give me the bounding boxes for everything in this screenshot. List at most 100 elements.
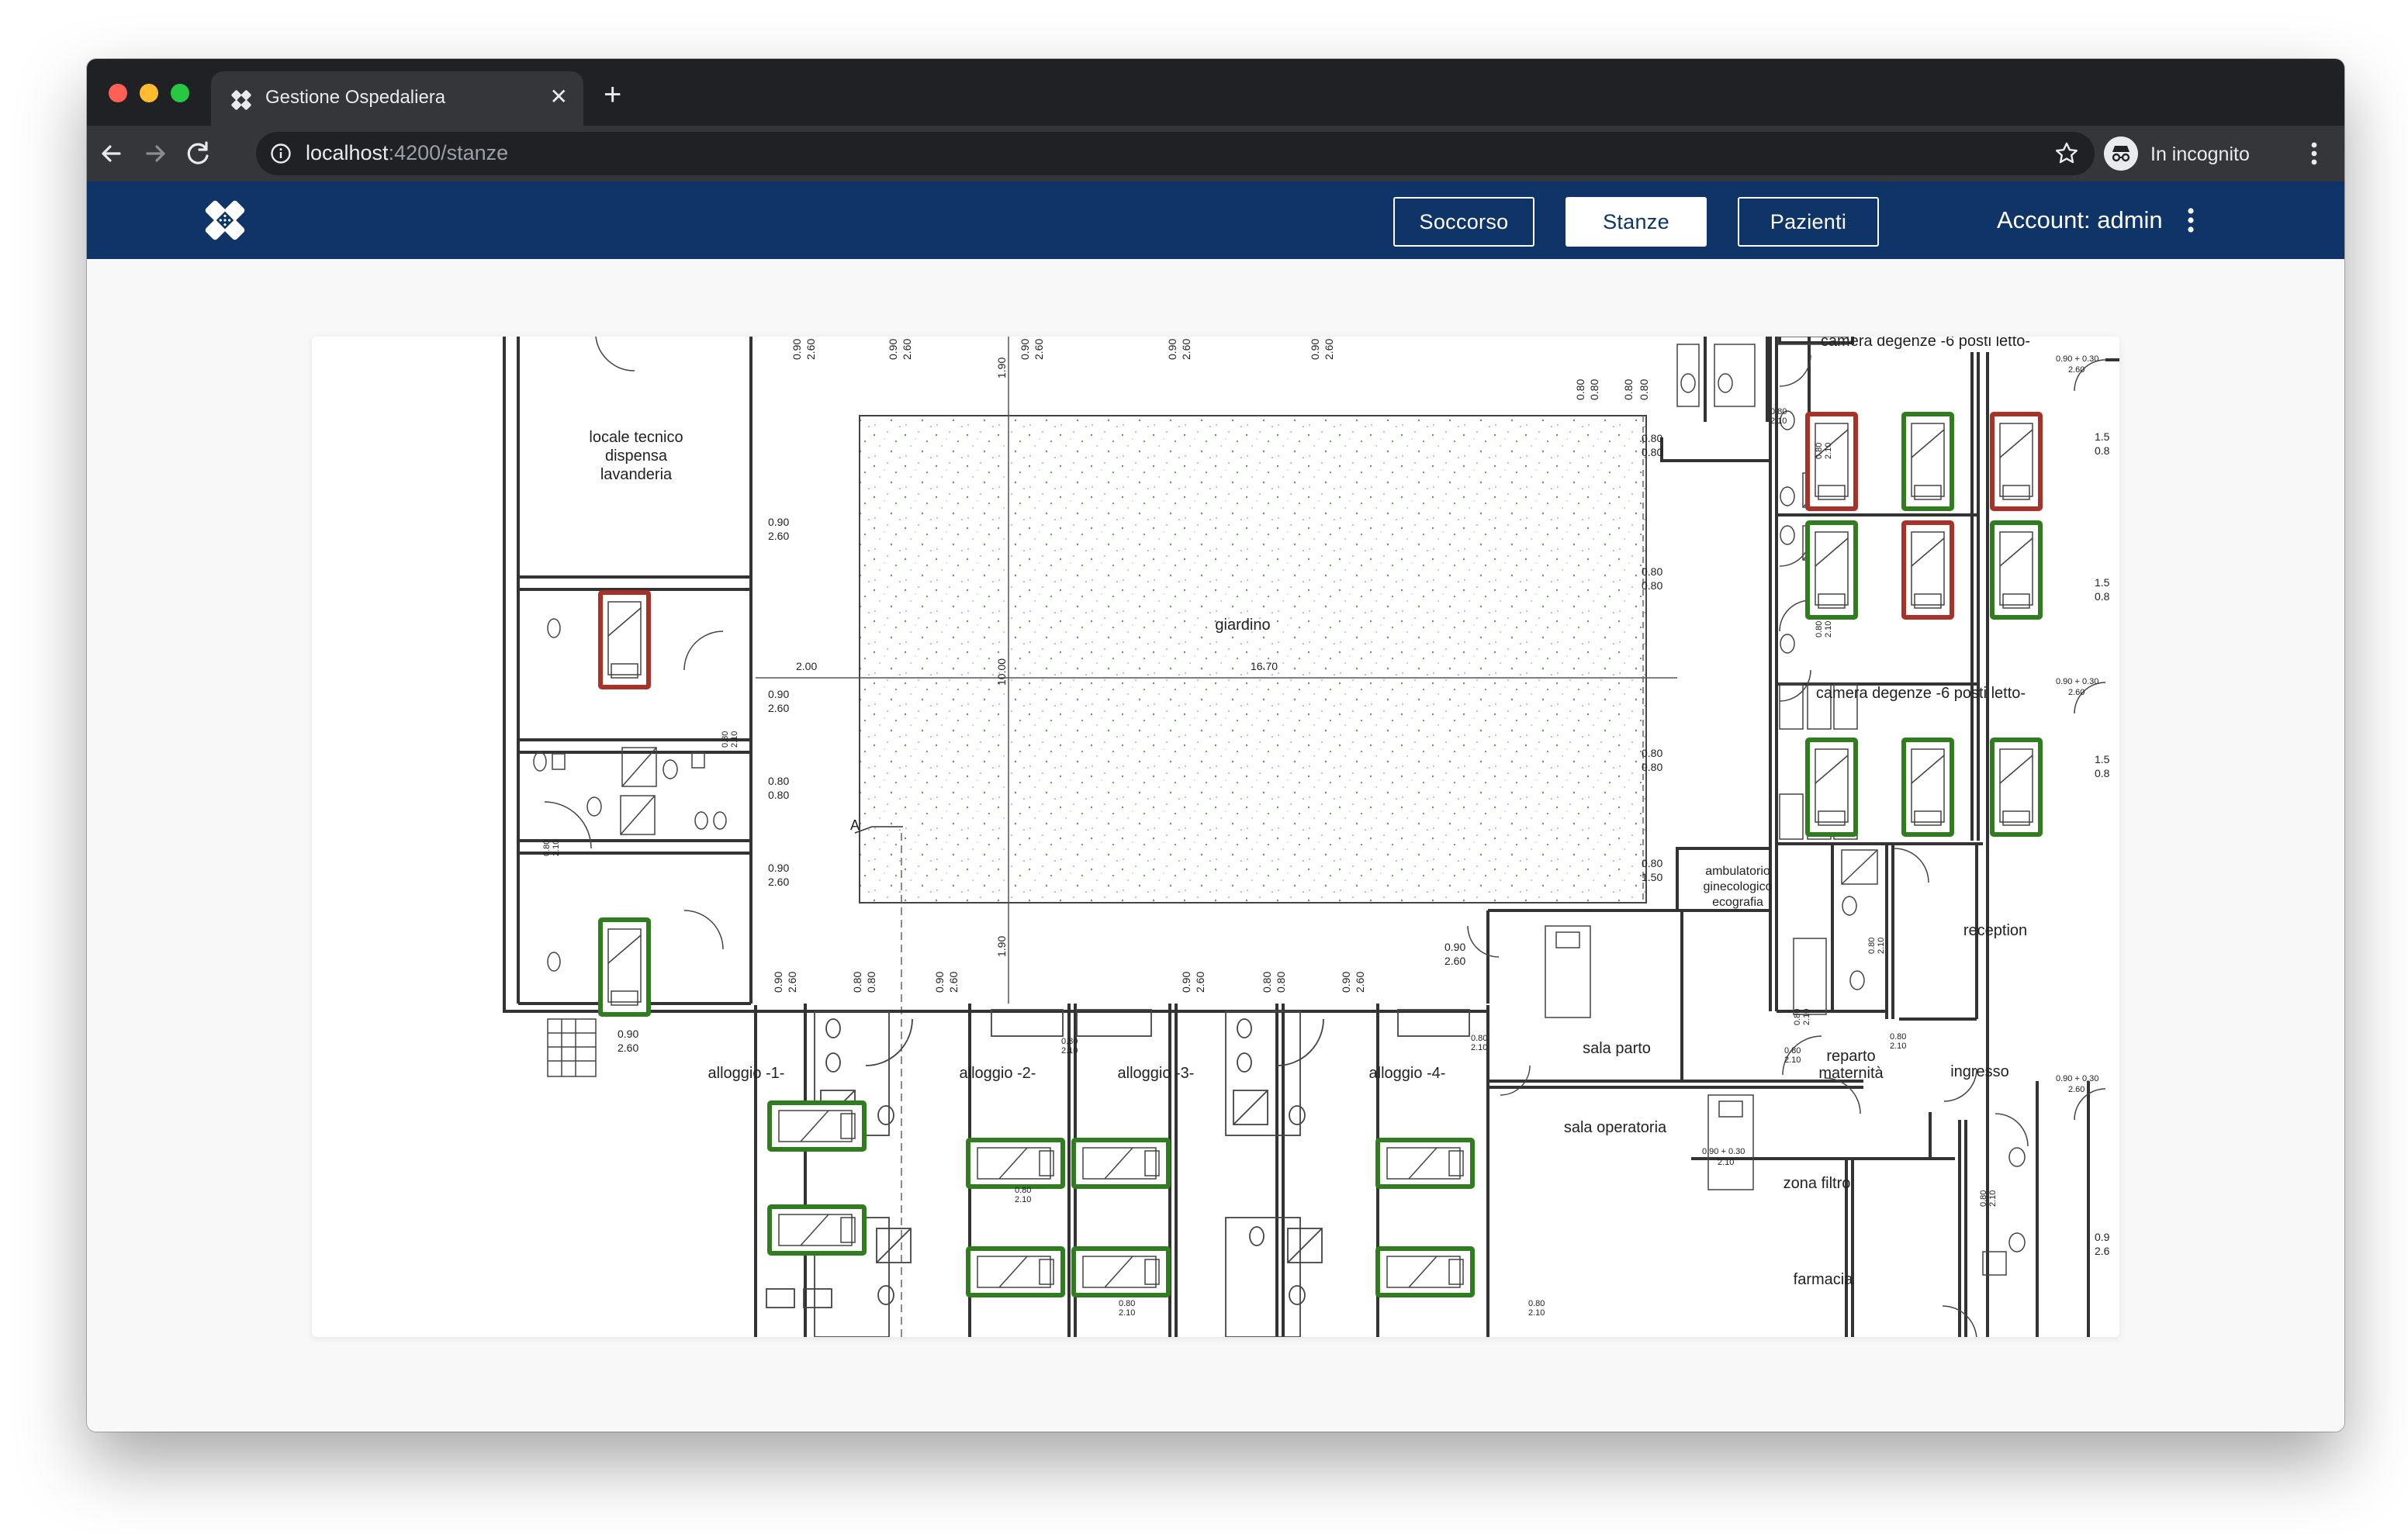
dim-label: 0.80 — [1815, 621, 1824, 637]
dim-label: 2.60 — [2068, 1085, 2085, 1094]
bed-free[interactable] — [1901, 412, 1954, 511]
dim-label: 0.90 — [1444, 941, 1465, 953]
bed-free[interactable] — [767, 1100, 867, 1152]
back-arrow-icon[interactable] — [95, 136, 129, 171]
browser-menu-icon[interactable] — [2302, 138, 2326, 169]
browser-tab[interactable]: Gestione Ospedaliera ✕ — [211, 71, 583, 126]
room-label-dispensa: dispensa — [605, 447, 668, 465]
dim-label: 2.10 — [1061, 1046, 1078, 1055]
dim-label: 0.80 — [1642, 579, 1662, 592]
dim-label: 2.10 — [1877, 938, 1886, 954]
nav-pazienti-button[interactable]: Pazienti — [1738, 197, 1879, 247]
bed-free[interactable] — [1375, 1246, 1475, 1297]
dim-label: 0.80 — [1642, 857, 1662, 869]
bed-free[interactable] — [966, 1138, 1065, 1189]
dim-label: 0.90 — [772, 972, 784, 993]
dim-label: 2.10 — [1528, 1308, 1545, 1318]
bed-free[interactable] — [1901, 738, 1954, 837]
dim-label: 2.60 — [768, 702, 789, 714]
bed-occupied[interactable] — [1901, 520, 1954, 620]
bed-occupied[interactable] — [1990, 412, 2043, 511]
browser-tab-strip: Gestione Ospedaliera ✕ + — [87, 59, 2344, 126]
bookmark-star-icon[interactable] — [2054, 141, 2079, 166]
room-label-sala-operatoria: sala operatoria — [1564, 1119, 1667, 1136]
dim-label: 0.80 — [1638, 379, 1650, 400]
dim-label: 0.90 — [887, 339, 899, 360]
account-menu-icon[interactable] — [2183, 205, 2199, 236]
room-label-alloggio-1: alloggio -1- — [708, 1065, 785, 1082]
bed-free[interactable] — [598, 917, 651, 1017]
dim-label: 0.80 — [1642, 432, 1662, 444]
bed-free[interactable] — [1805, 738, 1858, 837]
dim-label: 0.80 — [1061, 1037, 1078, 1046]
bed-free[interactable] — [966, 1246, 1065, 1297]
dim-label: 2.60 — [768, 876, 789, 888]
dim-label: 0.80 — [851, 972, 863, 993]
nav-stanze-button[interactable]: Stanze — [1566, 197, 1707, 247]
bed-free[interactable] — [1990, 520, 2043, 620]
room-label-camera-mid: camera degenze -6 posti letto- — [1816, 685, 2026, 702]
dim-label: 0.90 + 0.30 — [1702, 1147, 1745, 1156]
app-logo-icon[interactable] — [202, 197, 248, 244]
nav-soccorso-button[interactable]: Soccorso — [1393, 197, 1534, 247]
minimize-window-button[interactable] — [140, 84, 158, 102]
close-tab-icon[interactable]: ✕ — [550, 84, 568, 110]
dim-label: 2.60 — [1444, 955, 1465, 967]
room-label-ingresso: ingresso — [1950, 1063, 2009, 1080]
dim-label: 2.60 — [786, 972, 798, 993]
forward-arrow-icon[interactable] — [138, 136, 172, 171]
dim-label: 0.90 — [1019, 339, 1031, 360]
close-window-button[interactable] — [109, 84, 127, 102]
dim-label: 0.8 — [2095, 444, 2110, 457]
address-bar[interactable]: localhost:4200/stanze — [256, 132, 2095, 175]
bed-free[interactable] — [1071, 1138, 1171, 1189]
dim-label: 0.80 — [865, 972, 877, 993]
incognito-indicator[interactable]: In incognito — [2104, 133, 2275, 174]
stairs — [547, 1018, 597, 1077]
room-label-alloggio-4: alloggio -4- — [1369, 1065, 1446, 1082]
room-label-sala-parto: sala parto — [1583, 1040, 1651, 1057]
dim-label: 0.90 + 0.30 — [2056, 354, 2098, 364]
dim-label: 1.90 — [995, 936, 1008, 957]
dim-label: 2.6 — [2095, 1245, 2110, 1257]
bed-occupied[interactable] — [1805, 412, 1858, 511]
new-tab-button[interactable]: + — [604, 79, 621, 110]
account-label[interactable]: Account: admin — [1997, 206, 2163, 234]
dim-label: 2.10 — [1770, 416, 1787, 426]
bed-free[interactable] — [1805, 520, 1858, 620]
dim-label: 2.00 — [796, 660, 817, 672]
dim-label: 0.90 — [1340, 972, 1352, 993]
dim-label: 0.8 — [2095, 767, 2110, 779]
room-label-locale-tecnico: locale tecnico — [589, 429, 683, 446]
room-label-reception: reception — [1963, 922, 2027, 939]
dim-label: 0.80 — [768, 789, 789, 801]
floorplan-card: locale tecnico dispensa lavanderia giard… — [312, 337, 2119, 1337]
dim-label: 2.60 — [2068, 688, 2085, 697]
incognito-icon — [2104, 136, 2138, 171]
bed-occupied[interactable] — [598, 590, 651, 689]
maximize-window-button[interactable] — [171, 84, 189, 102]
dim-label: 2.10 — [1784, 1055, 1801, 1065]
room-label-lavanderia: lavanderia — [600, 466, 673, 483]
dim-label: 2.60 — [1323, 339, 1335, 360]
dim-label: 2.60 — [1033, 339, 1045, 360]
bed-free[interactable] — [1071, 1246, 1171, 1297]
site-info-icon[interactable] — [270, 143, 292, 164]
dim-label: 0.80 — [1770, 407, 1787, 416]
dim-label: 2.60 — [901, 339, 913, 360]
dim-label: 2.60 — [1180, 339, 1192, 360]
bed-free[interactable] — [1990, 738, 2043, 837]
dim-label: 2.10 — [1824, 621, 1833, 637]
room-label-reparto: reparto — [1826, 1048, 1875, 1065]
dim-label: 2.10 — [1119, 1308, 1135, 1318]
dim-label: 0.90 — [768, 862, 789, 874]
dim-label: 2.10 — [552, 840, 561, 856]
dim-label: 1.5 — [2095, 753, 2110, 765]
browser-toolbar: localhost:4200/stanze In incognito — [87, 126, 2344, 181]
room-label-zona-filtro: zona filtro — [1784, 1175, 1851, 1192]
bed-free[interactable] — [1375, 1138, 1475, 1189]
room-label-camera-top: camera degenze -6 posti letto- — [1821, 337, 2030, 350]
bed-free[interactable] — [767, 1204, 867, 1256]
main-content: locale tecnico dispensa lavanderia giard… — [87, 259, 2344, 1432]
reload-icon[interactable] — [182, 136, 216, 171]
